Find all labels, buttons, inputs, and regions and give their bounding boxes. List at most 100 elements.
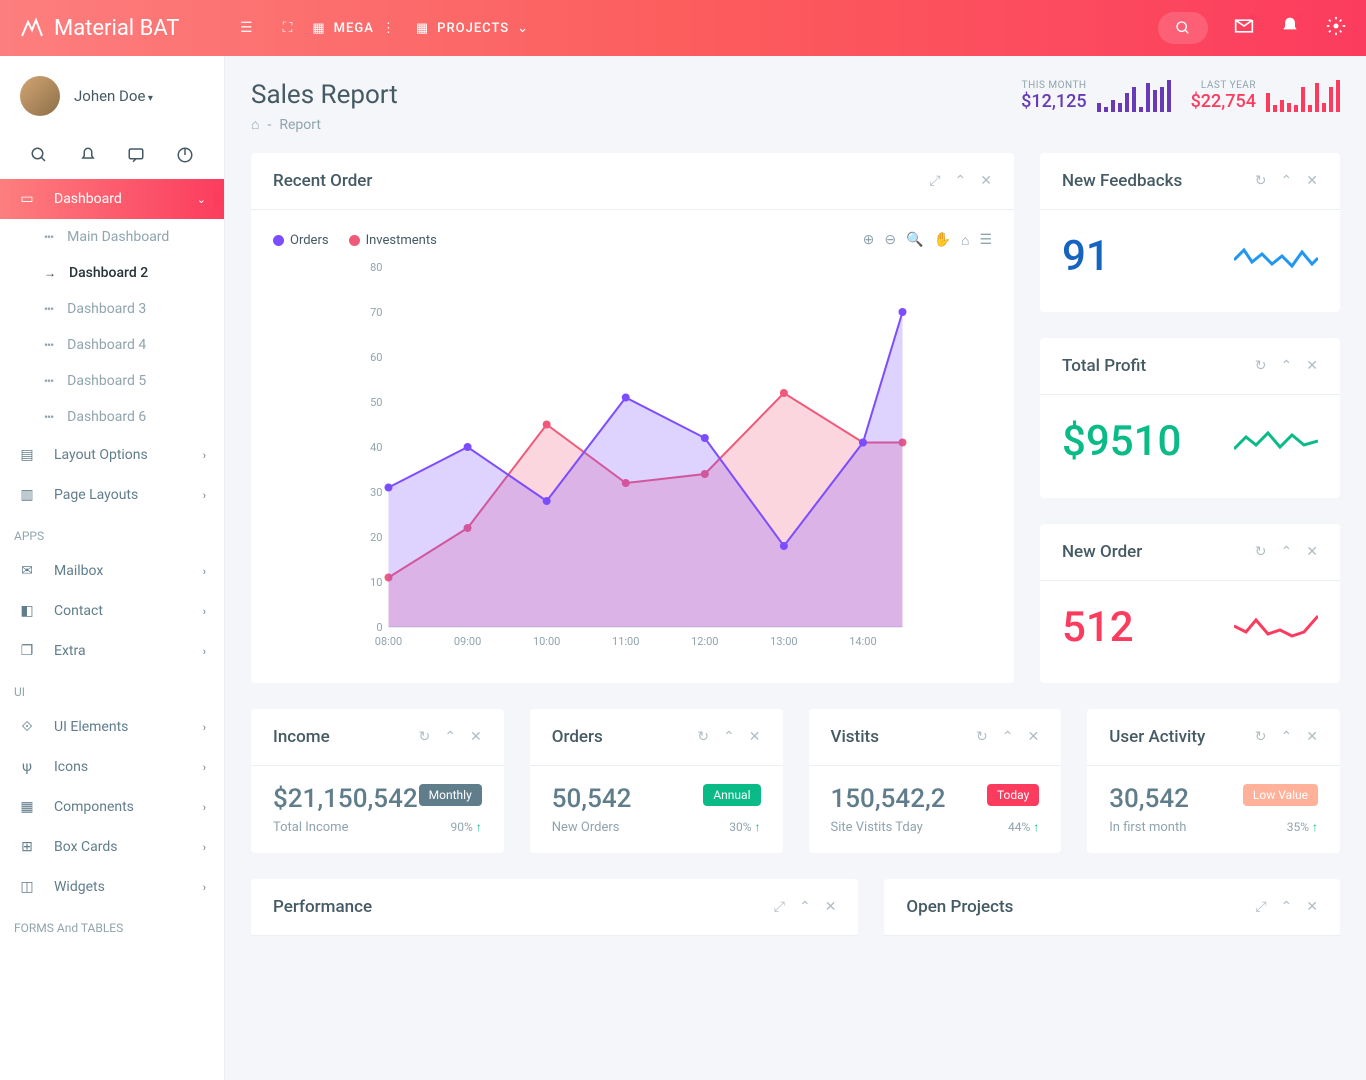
- close-icon[interactable]: ✕: [1306, 729, 1318, 745]
- quick-icons: [0, 136, 224, 179]
- nav-ui-elements[interactable]: ⟐UI Elements›: [0, 707, 224, 747]
- collapse-icon[interactable]: ⌃: [1281, 544, 1293, 560]
- brand-logo-icon: [20, 16, 44, 40]
- mail-icon[interactable]: [1234, 16, 1254, 40]
- refresh-icon[interactable]: ↻: [1255, 544, 1267, 560]
- card-title: Total Profit: [1062, 356, 1146, 376]
- expand-icon[interactable]: ⤢: [774, 899, 785, 915]
- nav-components[interactable]: ▦Components›: [0, 787, 224, 827]
- nav-widgets[interactable]: ◫Widgets›: [0, 867, 224, 907]
- collapse-icon[interactable]: ⌃: [1281, 173, 1293, 189]
- zoom-selection-icon[interactable]: 🔍: [906, 232, 923, 249]
- search-icon: [1175, 20, 1191, 36]
- nav-contact[interactable]: ◧Contact›: [0, 591, 224, 631]
- svg-text:08:00: 08:00: [375, 635, 402, 648]
- nav-layout-options[interactable]: ▤ Layout Options ›: [0, 435, 224, 475]
- card-new-order: New Order ↻⌃✕ 512: [1040, 524, 1340, 683]
- close-icon[interactable]: ✕: [1306, 358, 1318, 374]
- stat-last-year: LAST YEAR $22,754: [1191, 80, 1340, 112]
- expand-icon[interactable]: ⤢: [929, 173, 940, 189]
- brand[interactable]: Material BAT: [20, 16, 220, 41]
- sidebar-sub-main-dashboard[interactable]: •••Main Dashboard: [0, 219, 224, 255]
- extra-icon: ❐: [18, 643, 36, 659]
- nav-dashboard[interactable]: ▭ Dashboard ⌄: [0, 179, 224, 219]
- sidebar-sub-dashboard-5[interactable]: •••Dashboard 5: [0, 363, 224, 399]
- refresh-icon[interactable]: ↻: [1255, 729, 1267, 745]
- nav-extra[interactable]: ❐Extra›: [0, 631, 224, 671]
- close-icon[interactable]: ✕: [1028, 729, 1040, 745]
- collapse-icon[interactable]: ⌃: [444, 729, 456, 745]
- components-icon: ▦: [18, 799, 36, 815]
- sidebar-sub-dashboard-3[interactable]: •••Dashboard 3: [0, 291, 224, 327]
- page-icon: ▥: [18, 487, 36, 503]
- nav-box-cards[interactable]: ⊞Box Cards›: [0, 827, 224, 867]
- refresh-icon[interactable]: ↻: [1255, 358, 1267, 374]
- nav-layout-label: Layout Options: [54, 447, 148, 463]
- sidebar-sub-dashboard-4[interactable]: •••Dashboard 4: [0, 327, 224, 363]
- svg-text:20: 20: [370, 531, 382, 544]
- chevron-right-icon: ›: [203, 721, 206, 734]
- refresh-icon[interactable]: ↻: [697, 729, 709, 745]
- menu-icon[interactable]: ☰: [979, 232, 992, 249]
- nav-icons[interactable]: ψIcons›: [0, 747, 224, 787]
- profile-block[interactable]: Johen Doe: [0, 56, 224, 136]
- svg-text:11:00: 11:00: [612, 635, 639, 648]
- recent-order-chart: 0102030405060708008:0009:0010:0011:0012:…: [273, 257, 992, 657]
- chevron-right-icon: ›: [203, 565, 206, 578]
- collapse-icon[interactable]: ⌃: [723, 729, 735, 745]
- nav-mailbox[interactable]: ✉Mailbox›: [0, 551, 224, 591]
- pill-monthly: Monthly: [419, 784, 482, 806]
- crumb-report[interactable]: Report: [279, 117, 321, 133]
- card-title: Open Projects: [906, 897, 1013, 917]
- search-icon[interactable]: [30, 146, 48, 169]
- dots-icon: •••: [44, 374, 53, 388]
- svg-text:50: 50: [370, 396, 382, 409]
- collapse-icon[interactable]: ⌃: [1002, 729, 1014, 745]
- close-icon[interactable]: ✕: [1306, 899, 1318, 915]
- bell-icon[interactable]: [79, 146, 97, 169]
- sidebar-sub-dashboard-6[interactable]: •••Dashboard 6: [0, 399, 224, 435]
- svg-text:60: 60: [370, 351, 382, 364]
- refresh-icon[interactable]: ↻: [1255, 173, 1267, 189]
- grid-icon: ▦: [416, 21, 429, 36]
- refresh-icon[interactable]: ↻: [419, 729, 431, 745]
- close-icon[interactable]: ✕: [470, 729, 482, 745]
- svg-text:12:00: 12:00: [691, 635, 718, 648]
- svg-text:10: 10: [370, 576, 382, 589]
- close-icon[interactable]: ✕: [980, 173, 992, 189]
- section-apps: APPS: [0, 515, 224, 551]
- pan-icon[interactable]: ✋: [934, 232, 951, 249]
- card-title: Orders: [552, 727, 603, 747]
- collapse-icon[interactable]: ⌃: [1281, 899, 1293, 915]
- bell-icon[interactable]: [1280, 16, 1300, 40]
- zoom-out-icon[interactable]: ⊖: [884, 232, 896, 249]
- close-icon[interactable]: ✕: [749, 729, 761, 745]
- mega-menu[interactable]: ▦ MEGA ⋮: [312, 21, 396, 36]
- card-title: New Feedbacks: [1062, 171, 1182, 191]
- nav-page-layouts[interactable]: ▥ Page Layouts ›: [0, 475, 224, 515]
- search-button[interactable]: [1158, 12, 1208, 44]
- collapse-icon[interactable]: ⌃: [1281, 358, 1293, 374]
- projects-menu[interactable]: ▦ PROJECTS ⌄: [416, 21, 529, 36]
- settings-icon[interactable]: [1326, 16, 1346, 40]
- collapse-icon[interactable]: ⌃: [799, 899, 811, 915]
- refresh-icon[interactable]: ↻: [976, 729, 988, 745]
- card-title: Recent Order: [273, 171, 372, 191]
- close-icon[interactable]: ✕: [825, 899, 837, 915]
- sparkline-icon: [1234, 427, 1318, 457]
- home-icon[interactable]: ⌂: [251, 116, 259, 133]
- reset-icon[interactable]: ⌂: [961, 232, 969, 249]
- menu-toggle-icon[interactable]: ☰: [240, 20, 253, 36]
- chevron-down-icon: ⌄: [197, 193, 206, 206]
- zoom-in-icon[interactable]: ⊕: [863, 232, 875, 249]
- expand-icon[interactable]: ⤢: [1255, 899, 1266, 915]
- card-title: Vistits: [831, 727, 879, 747]
- fullscreen-icon[interactable]: ⛶: [283, 20, 293, 36]
- power-icon[interactable]: [176, 146, 194, 169]
- collapse-icon[interactable]: ⌃: [1281, 729, 1293, 745]
- sidebar-sub-dashboard-2[interactable]: →Dashboard 2: [0, 255, 224, 291]
- chat-icon[interactable]: [127, 146, 145, 169]
- close-icon[interactable]: ✕: [1306, 544, 1318, 560]
- close-icon[interactable]: ✕: [1306, 173, 1318, 189]
- collapse-icon[interactable]: ⌃: [955, 173, 967, 189]
